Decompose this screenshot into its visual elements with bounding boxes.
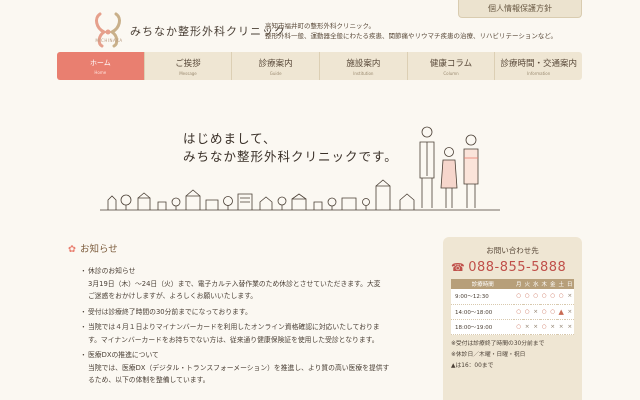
news-list: 休診のお知らせ 3月19日（木）〜24日（火）まで、電子カルテ入替作業のため休診…	[80, 265, 420, 390]
hours-cell: ○	[514, 304, 523, 320]
news-line: 受付は診療終了時間の30分前までになっております。	[88, 307, 252, 316]
table-row: 9:00〜12:30 ○ ○ ○ ○ ○ ○ ×	[451, 289, 574, 305]
nav-sub-label: Message	[179, 70, 197, 76]
hours-cell: ○	[548, 289, 557, 305]
hours-header: 金	[548, 279, 557, 289]
nav-sub-label: Information	[527, 70, 551, 76]
hours-cell: ○	[514, 289, 523, 305]
news-item: 医療DXの推進について 当院では、医療DX（デジタル・トランスフォーメーション）…	[80, 349, 420, 387]
hours-cell: ○	[539, 289, 549, 305]
hours-cell: ○	[539, 319, 549, 335]
nurse-figure	[463, 134, 479, 208]
contact-title: お問い合わせ先	[486, 246, 539, 255]
hours-cell: ▲	[556, 304, 566, 320]
hours-header: 日	[565, 279, 574, 289]
hours-table: 診療時間 月 火 水 木 金 土 日 9:00〜12:30 ○ ○ ○ ○ ○ …	[451, 279, 574, 335]
hours-header: 木	[539, 279, 549, 289]
news-item: 休診のお知らせ 3月19日（木）〜24日（火）まで、電子カルテ入替作業のため休診…	[80, 265, 420, 303]
hours-cell: ○	[531, 289, 540, 305]
nav-message[interactable]: ご挨拶 Message	[143, 52, 232, 80]
nav-column[interactable]: 健康コラム Column	[406, 52, 495, 80]
hours-cell: ×	[556, 319, 566, 335]
nav-label: 施設案内	[346, 58, 381, 69]
news-heading: ✿ お知らせ	[68, 241, 118, 255]
table-row: 14:00〜18:00 ○ ○ × ○ ○ ▲ ×	[451, 304, 574, 320]
nav-home[interactable]: ホーム Home	[57, 52, 144, 80]
news-line: 当院では４月１日よりマイナンバーカードを利用したオンライン資格確認に対応いたして…	[88, 323, 380, 331]
header-desc-line: 整形外科一般、運動器全般にわたる疾患、関節痛やリウマチ疾患の治療、リハビリテーシ…	[265, 32, 558, 40]
logo-icon[interactable]	[92, 10, 126, 50]
hours-cell: ×	[531, 319, 540, 335]
doctor-figure	[419, 126, 435, 208]
hours-cell: ○	[522, 304, 532, 320]
contact-panel: お問い合わせ先 ☎ 088-855-5888 診療時間 月 火 水 木 金 土 …	[443, 237, 582, 400]
hours-cell: ×	[531, 304, 540, 320]
news-line: ご迷惑をおかけしますが、よろしくお願いいたします。	[88, 292, 258, 300]
news-line: す。マイナンバーカードをお持ちでない方は、従来通り健康保険証を使用した受診となり…	[88, 335, 379, 344]
hours-time: 14:00〜18:00	[451, 304, 515, 320]
hours-cell: ○	[548, 304, 557, 320]
table-row: 18:00〜19:00 ○ × × ○ × × ×	[451, 319, 574, 335]
hours-cell: ○	[514, 319, 523, 335]
hours-header-row: 診療時間 月 火 水 木 金 土 日	[451, 279, 574, 289]
news-line: るため、以下の体制を整備しています。	[88, 376, 210, 384]
hours-cell: ×	[548, 319, 557, 335]
flower-icon: ✿	[68, 244, 76, 255]
news-heading-label: お知らせ	[79, 244, 118, 255]
hero-illustration	[100, 126, 500, 211]
hours-cell: ×	[522, 319, 532, 335]
hours-cell: ○	[522, 289, 532, 305]
nav-label: 健康コラム	[429, 58, 473, 69]
patient-figure	[440, 147, 458, 208]
hours-header: 火	[522, 279, 532, 289]
nav-guide[interactable]: 診療案内 Guide	[231, 52, 319, 80]
note-line: ▲は16：00まで	[451, 362, 494, 369]
hours-header: 月	[514, 279, 523, 289]
hours-time: 18:00〜19:00	[451, 319, 515, 335]
header-desc-line: 高知市福井町の整形外科クリニック。	[265, 22, 375, 30]
site-title[interactable]: みちなか整形外科クリニック	[130, 23, 286, 39]
hours-header: 診療時間	[451, 279, 515, 289]
hours-header: 土	[556, 279, 566, 289]
news-item: 当院では４月１日よりマイナンバーカードを利用したオンライン資格確認に対応いたして…	[80, 321, 420, 346]
privacy-policy-link[interactable]: 個人情報保護方針	[458, 0, 582, 18]
nav-sub-label: Home	[94, 69, 107, 75]
nav-institution[interactable]: 施設案内 Institution	[319, 52, 407, 80]
logo-roman-text: MICHINAKA	[95, 38, 123, 43]
header-description: 高知市福井町の整形外科クリニック。 整形外科一般、運動器全般にわたる疾患、関節痛…	[265, 21, 557, 41]
nav-label: 診療時間・交通案内	[500, 58, 577, 69]
nav-sub-label: Institution	[353, 70, 374, 76]
town-houses	[107, 179, 415, 210]
phone-number-link[interactable]: ☎ 088-855-5888	[451, 260, 574, 275]
hours-time: 9:00〜12:30	[451, 289, 515, 305]
news-line: 当院では、医療DX（デジタル・トランスフォーメーション）を推進し、より質の高い医…	[88, 363, 390, 372]
hours-cell: ×	[565, 304, 574, 320]
nav-information[interactable]: 診療時間・交通案内 Information	[494, 52, 582, 80]
news-line: 休診のお知らせ	[88, 267, 136, 275]
nav-sub-label: Guide	[269, 70, 282, 76]
phone-icon: ☎	[451, 261, 466, 274]
news-line: 医療DXの推進について	[88, 351, 159, 359]
note-line: ※受付は診療終了時間の30分前まで	[451, 340, 545, 347]
main-nav: ホーム Home ご挨拶 Message 診療案内 Guide 施設案内 Ins…	[57, 52, 582, 80]
contact-notes: ※受付は診療終了時間の30分前まで ※休診日／木曜・日曜・祝日 ▲は16：00ま…	[451, 339, 574, 372]
nav-label: 診療案内	[258, 58, 293, 69]
hours-cell: ○	[556, 289, 566, 305]
news-item: 受付は診療終了時間の30分前までになっております。	[80, 306, 420, 319]
nav-label: ご挨拶	[175, 58, 201, 69]
note-line: ※休診日／木曜・日曜・祝日	[451, 351, 526, 358]
hours-cell: ○	[539, 304, 549, 320]
nav-label: ホーム	[89, 58, 111, 67]
hours-cell: ×	[565, 289, 574, 305]
news-line: 3月19日（木）〜24日（火）まで、電子カルテ入替作業のため休診とさせていただき…	[88, 279, 381, 288]
hours-cell: ×	[565, 319, 574, 335]
phone-number: 088-855-5888	[468, 260, 567, 275]
nav-sub-label: Column	[443, 70, 459, 76]
hours-header: 水	[531, 279, 540, 289]
